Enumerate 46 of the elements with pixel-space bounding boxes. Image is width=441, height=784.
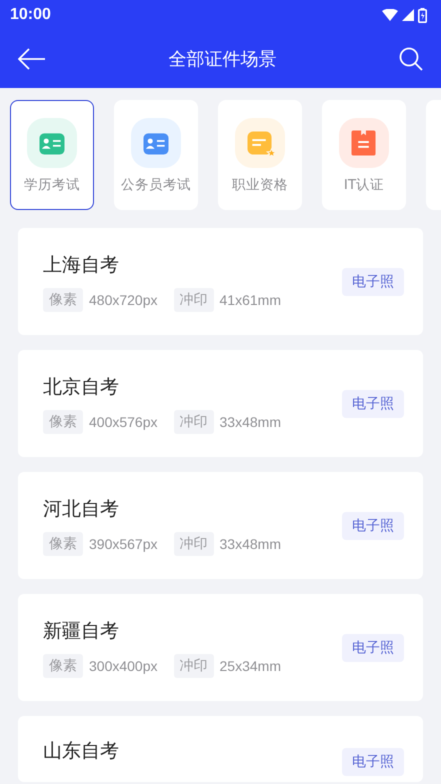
photo-type-badge: 电子照 bbox=[342, 512, 404, 540]
category-label: IT认证 bbox=[344, 176, 384, 194]
spec-tag: 冲印 bbox=[174, 532, 214, 556]
wifi-icon bbox=[382, 9, 398, 21]
photo-type-badge: 电子照 bbox=[342, 634, 404, 662]
category-label: 职业资格 bbox=[232, 176, 288, 194]
scene-card[interactable]: 河北自考 像素 390x567px 冲印 33x48mm 电子照 bbox=[18, 472, 423, 579]
signal-icon bbox=[402, 9, 414, 21]
scene-card[interactable]: 北京自考 像素 400x576px 冲印 33x48mm 电子照 bbox=[18, 350, 423, 457]
spec-tag: 像素 bbox=[43, 532, 83, 556]
photo-type-badge: 电子照 bbox=[342, 268, 404, 296]
scene-title: 上海自考 bbox=[43, 252, 120, 278]
certificate-icon bbox=[235, 118, 285, 168]
pixel-size: 300x400px bbox=[89, 658, 158, 674]
print-size: 33x48mm bbox=[220, 414, 281, 430]
scene-title: 新疆自考 bbox=[43, 618, 120, 644]
pixel-size: 400x576px bbox=[89, 414, 158, 430]
category-label: 公务员考试 bbox=[121, 176, 191, 194]
scene-title: 河北自考 bbox=[43, 496, 120, 522]
spec-tag: 冲印 bbox=[174, 410, 214, 434]
scene-title: 山东自考 bbox=[43, 739, 119, 764]
spec-tag: 像素 bbox=[43, 654, 83, 678]
back-arrow-icon[interactable] bbox=[18, 48, 46, 70]
battery-icon bbox=[418, 8, 427, 22]
print-size: 33x48mm bbox=[220, 536, 281, 552]
search-icon[interactable] bbox=[399, 47, 423, 71]
id-card-icon bbox=[131, 118, 181, 168]
id-card-icon bbox=[27, 118, 77, 168]
pixel-size: 480x720px bbox=[89, 292, 158, 308]
print-size: 41x61mm bbox=[220, 292, 281, 308]
book-icon bbox=[339, 118, 389, 168]
spec-tag: 像素 bbox=[43, 410, 83, 434]
scene-card[interactable]: 山东自考 电子照 bbox=[18, 716, 423, 782]
spec-tag: 冲印 bbox=[174, 654, 214, 678]
photo-type-badge: 电子照 bbox=[342, 390, 404, 418]
spec-tag: 冲印 bbox=[174, 288, 214, 312]
pixel-size: 390x567px bbox=[89, 536, 158, 552]
category-label: 学历考试 bbox=[24, 176, 80, 194]
spec-tag: 像素 bbox=[43, 288, 83, 312]
scene-card[interactable]: 新疆自考 像素 300x400px 冲印 25x34mm 电子照 bbox=[18, 594, 423, 701]
photo-type-badge: 电子照 bbox=[342, 748, 404, 776]
page-title: 全部证件场景 bbox=[168, 48, 276, 71]
print-size: 25x34mm bbox=[220, 658, 281, 674]
scene-title: 北京自考 bbox=[43, 374, 120, 400]
scene-card[interactable]: 上海自考 像素 480x720px 冲印 41x61mm 电子照 bbox=[18, 228, 423, 335]
status-time: 10:00 bbox=[10, 6, 51, 24]
